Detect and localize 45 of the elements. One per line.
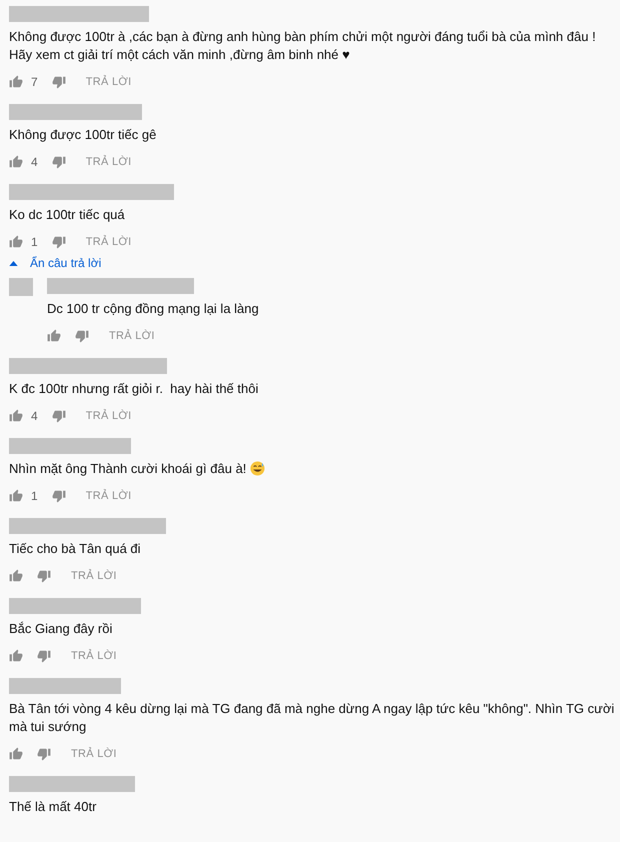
thumbs-down-icon[interactable]	[52, 235, 66, 249]
comment-text: Nhìn mặt ông Thành cười khoái gì đâu à!	[9, 460, 620, 478]
comment-text: Dc 100 tr cộng đồng mạng lại la làng	[47, 300, 259, 318]
like-count: 4	[31, 155, 38, 169]
thumbs-down-icon[interactable]	[37, 747, 51, 761]
comment-text: Thế là mất 40tr	[9, 798, 98, 816]
thumbs-up-icon[interactable]	[9, 747, 23, 761]
comment-text: K đc 100tr nhưng rất giỏi r. hay hài thế thôi	[9, 380, 260, 398]
thumbs-up-icon[interactable]	[9, 235, 23, 249]
reply-button[interactable]: TRẢ LỜI	[86, 490, 132, 502]
thumbs-up-icon[interactable]	[9, 409, 23, 423]
avatar	[9, 278, 33, 296]
thumbs-up-icon[interactable]	[9, 569, 23, 583]
reply-button[interactable]: TRẢ LỜI	[71, 570, 117, 582]
hide-replies-link[interactable]: Ẩn câu trả lời	[9, 256, 102, 270]
thumbs-down-icon[interactable]	[52, 75, 66, 89]
like-count: 7	[31, 75, 38, 89]
like-count: 1	[31, 489, 38, 503]
like-count: 4	[31, 409, 38, 423]
like-count: 1	[31, 235, 38, 249]
reply-button[interactable]: TRẢ LỜI	[109, 330, 155, 342]
caret-icon	[9, 260, 18, 266]
thumbs-up-icon[interactable]	[9, 75, 23, 89]
thumbs-up-icon[interactable]	[9, 155, 23, 169]
reply-button[interactable]: TRẢ LỜI	[71, 650, 117, 662]
thumbs-down-icon[interactable]	[52, 409, 66, 423]
thumbs-up-icon[interactable]	[9, 649, 23, 663]
thumbs-down-icon[interactable]	[37, 649, 51, 663]
comment-text: Bà Tân tới vòng 4 kêu dừng lại mà TG đang đã mà nghe dừng A ngay lập tức kêu "không". Nhìn TG cười mà tui sướng	[9, 700, 616, 736]
thumbs-down-icon[interactable]	[37, 569, 51, 583]
thumbs-down-icon[interactable]	[52, 489, 66, 503]
comment-text: Tiếc cho bà Tân quá đi	[9, 540, 142, 558]
comment-text: Bắc Giang đây rồi	[9, 620, 114, 638]
reply-button[interactable]: TRẢ LỜI	[86, 236, 132, 248]
reply-button[interactable]: TRẢ LỜI	[86, 410, 132, 422]
thumbs-down-icon[interactable]	[52, 155, 66, 169]
comment-text: Không được 100tr tiếc gê	[9, 126, 158, 144]
comment-text: Không được 100tr à ,các bạn à đừng anh hùng bàn phím chửi một người đáng tuổi bà của mình đâu ! Hãy xem ct giải trí một cách văn minh ,đừng âm binh nhé ♥	[9, 28, 597, 64]
reply-button[interactable]: TRẢ LỜI	[86, 156, 132, 168]
reply-button[interactable]: TRẢ LỜI	[71, 748, 117, 760]
thumbs-up-icon[interactable]	[9, 489, 23, 503]
thumbs-up-icon[interactable]	[47, 329, 61, 343]
reply-button[interactable]: TRẢ LỜI	[86, 76, 132, 88]
comment-text: Ko dc 100tr tiếc quá	[9, 206, 126, 224]
thumbs-down-icon[interactable]	[75, 329, 89, 343]
